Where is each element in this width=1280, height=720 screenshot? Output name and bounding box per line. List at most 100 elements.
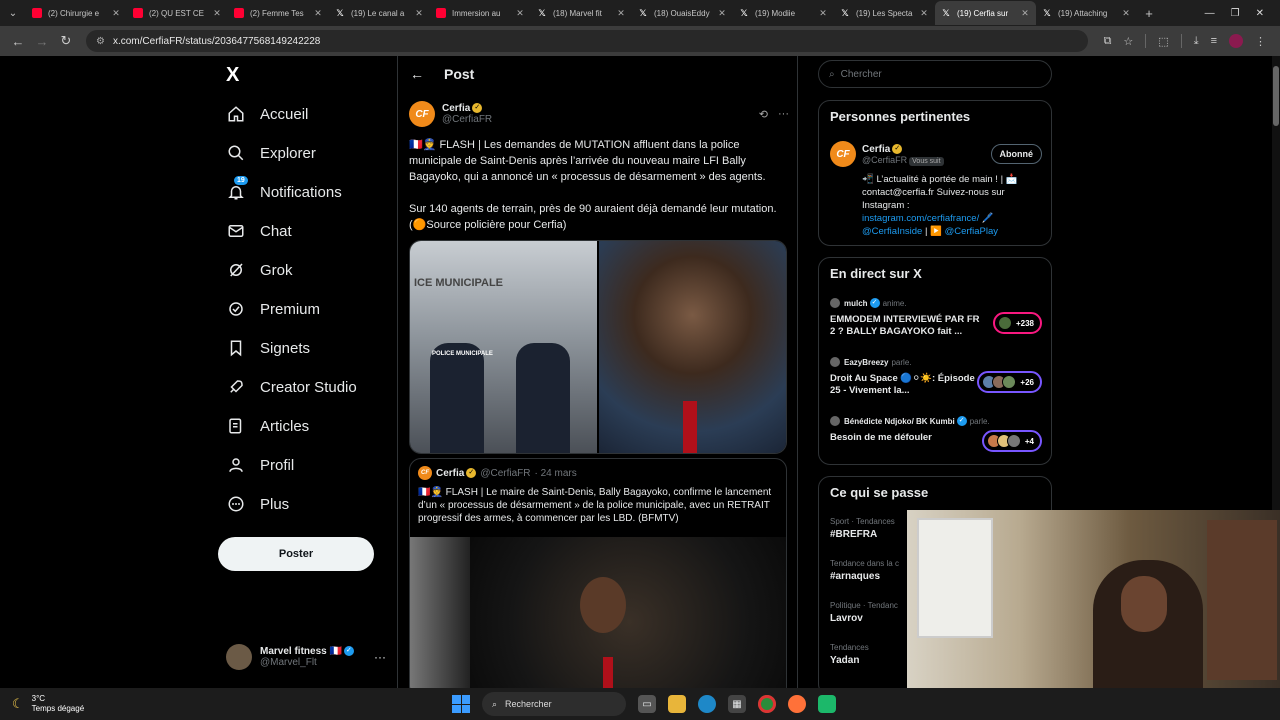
grok-explain-icon[interactable]: ⟲ [759,108,768,121]
obs-app-icon[interactable] [818,695,836,713]
sidebar-item-articles[interactable]: Articles [226,411,309,441]
close-icon[interactable]: ✕ [1020,8,1030,19]
sidebar-item-signets[interactable]: Signets [226,333,310,363]
streamer-face [1121,576,1167,632]
tab-6[interactable]: 𝕏 (18) OuaisEddy ✕ [632,1,733,25]
person-name[interactable]: Cerfia [862,144,890,155]
maximize-icon[interactable]: ❐ [1231,8,1240,19]
live-space-item[interactable]: Bénédicte Ndjoko/ BK Kumbi ✓ parle. Besoin… [830,416,1042,452]
close-icon[interactable]: ✕ [212,8,222,19]
taskbar-search[interactable]: ⌕ Rechercher [482,692,626,716]
weather-widget[interactable]: ☾ 3°C Temps dégagé [12,694,84,714]
task-view-icon[interactable]: ▭ [638,695,656,713]
close-icon[interactable]: ✕ [616,8,626,19]
close-icon[interactable]: ✕ [515,8,525,19]
site-info-icon[interactable]: ⚙ [96,36,105,47]
menu-kebab-icon[interactable]: ⋮ [1255,35,1266,48]
sidebar-item-profil[interactable]: Profil [226,450,294,480]
reload-icon[interactable]: ↻ [54,29,78,53]
officer-figure [516,343,570,453]
window-close-icon[interactable]: ✕ [1256,8,1264,19]
tab-2[interactable]: (2) Femme Tes ✕ [228,1,329,25]
post-button[interactable]: Poster [218,537,374,571]
tab-4[interactable]: Immersion au ✕ [430,1,531,25]
mayor-photo[interactable] [599,241,786,453]
account-switcher[interactable]: Marvel fitness 🇫🇷 ✓ @Marvel_Flt ··· [226,642,386,672]
back-icon[interactable]: ← [6,29,30,53]
author-handle[interactable]: @CerfiaFR [442,114,759,125]
sidebar-item-creator-studio[interactable]: Creator Studio [226,372,357,402]
sidebar-item-chat[interactable]: Chat [226,216,292,246]
sidebar-item-plus[interactable]: Plus [226,489,289,519]
firefox-icon[interactable] [788,695,806,713]
store-icon[interactable]: ▦ [728,695,746,713]
tab-search-icon[interactable]: ⌄ [0,0,26,26]
minimize-icon[interactable]: — [1205,8,1215,19]
tab-7[interactable]: 𝕏 (19) Modiie ✕ [733,1,834,25]
tab-5[interactable]: 𝕏 (18) Marvel fit ✕ [531,1,632,25]
search-input[interactable]: ⌕ Chercher [818,60,1052,88]
windows-start-icon[interactable] [452,695,470,713]
avatar[interactable]: CF [409,101,435,127]
live-space-item[interactable]: EazyBreezy parle. Droit Au Space 🔵⚪☀️: Ép… [830,357,1042,397]
download-icon[interactable]: ⤓ [1194,35,1199,48]
close-icon[interactable]: ✕ [919,8,929,19]
forward-icon[interactable]: → [30,29,54,53]
sidebar-item-explorer[interactable]: Explorer [226,138,316,168]
back-arrow-icon[interactable]: ← [410,66,424,82]
star-icon[interactable]: ☆ [1123,35,1133,48]
police-photo[interactable]: ICE MUNICIPALE POLICE MUNICIPALE [410,241,597,453]
profile-avatar-icon[interactable] [1229,34,1243,48]
avatar[interactable]: CF [830,141,856,167]
person-names: Cerfia ✓ @CerfiaFR Vous suit [862,144,991,166]
url-bar[interactable]: ⚙ x.com/CerfiaFR/status/2036477568149242… [86,30,1088,52]
divider [1145,34,1147,48]
quote-media[interactable] [410,537,786,688]
close-icon[interactable]: ✕ [818,8,828,19]
tab-3[interactable]: 𝕏 (19) Le canal a ✕ [329,1,430,25]
tab-8[interactable]: 𝕏 (19) Les Specta ✕ [834,1,935,25]
more-horizontal-icon[interactable]: ··· [374,650,386,664]
quote-text: 🇫🇷👮 FLASH | Le maire de Saint-Denis, Bal… [418,487,772,524]
following-button[interactable]: Abonné [990,144,1042,164]
account-display-name: Marvel fitness 🇫🇷 [260,646,342,657]
card-title: Ce qui se passe [830,485,929,500]
sidebar-item-accueil[interactable]: Accueil [226,99,308,129]
live-space-item[interactable]: mulch ✓ anime. EMMODEM INTERVIEWÉ PAR FR 2… [830,298,1042,338]
close-icon[interactable]: ✕ [111,8,121,19]
close-icon[interactable]: ✕ [1121,8,1131,19]
bio-link[interactable]: @CerfiaPlay [945,226,998,237]
file-explorer-icon[interactable] [668,695,686,713]
chrome-icon[interactable] [758,695,776,713]
tab-1[interactable]: (2) QU EST CE ✕ [127,1,228,25]
edge-icon[interactable] [698,695,716,713]
close-icon[interactable]: ✕ [717,8,727,19]
tab-10[interactable]: 𝕏 (19) Attaching ✕ [1036,1,1137,25]
sidebar-item-label: Premium [260,300,321,318]
more-horizontal-icon[interactable]: ··· [778,108,789,121]
close-icon[interactable]: ✕ [313,8,323,19]
author-name[interactable]: Cerfia [442,103,470,114]
vest-text: POLICE MUNICIPALE [432,351,493,357]
quoted-post[interactable]: CF Cerfia ✓ @CerfiaFR · 24 mars 🇫🇷👮 FLAS… [409,458,787,688]
space-action: parle. [891,357,912,367]
x-logo-icon[interactable]: X [226,64,239,87]
space-title: Besoin de me défouler [830,432,932,443]
post-media[interactable]: ICE MUNICIPALE POLICE MUNICIPALE [409,240,787,454]
install-app-icon[interactable]: ⧉ [1104,35,1112,48]
extensions-icon[interactable]: ⬚ [1158,35,1168,48]
sidebar-item-notifications[interactable]: 19 Notifications [226,176,342,207]
sidebar-item-premium[interactable]: Premium [226,294,320,324]
sidebar-item-grok[interactable]: Grok [226,255,293,285]
tab-9-active[interactable]: 𝕏 (19) Cerfia sur ✕ [935,1,1036,25]
temperature: 3°C [31,694,46,703]
sidebar-item-label: Creator Studio [260,378,357,396]
listener-count: +26 [1020,377,1034,387]
new-tab-icon[interactable]: + [1137,6,1161,21]
bio-link[interactable]: @CerfiaInside [862,226,922,237]
scrollbar-thumb[interactable] [1273,66,1279,126]
close-icon[interactable]: ✕ [414,8,424,19]
tab-0[interactable]: (2) Chirurgie e ✕ [26,1,127,25]
tab-organizer-icon[interactable]: ≡ [1211,35,1217,47]
bio-link[interactable]: instagram.com/cerfiafrance/ [862,213,979,224]
